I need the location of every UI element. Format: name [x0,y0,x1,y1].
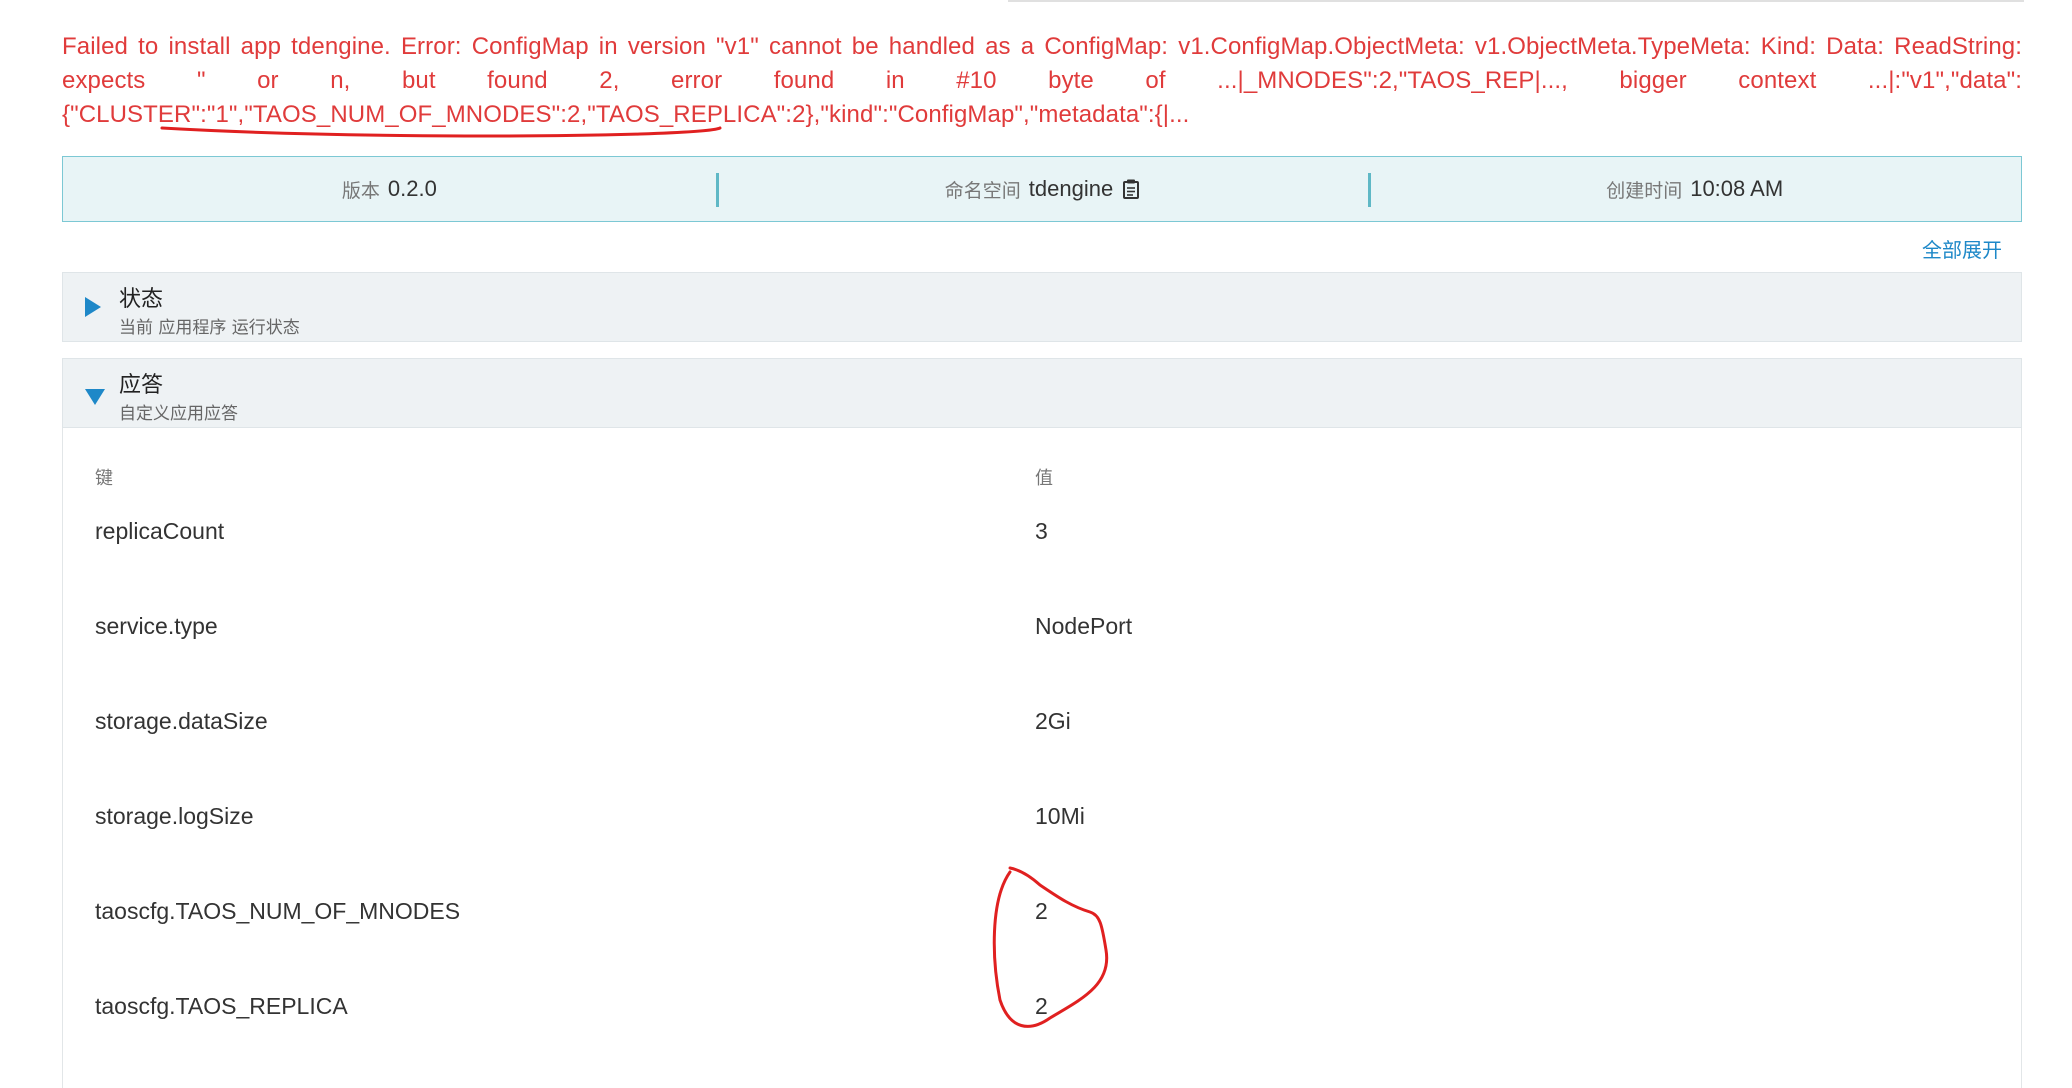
version-label: 版本 [341,179,380,202]
namespace-label: 命名空间 [944,179,1021,202]
namespace-value: tdengine [1028,176,1114,201]
clipboard-icon[interactable] [1123,179,1140,199]
table-row: taoscfg.TAOS_NUM_OF_MNODES 2 [63,898,2021,938]
top-divider [1008,0,2024,2]
status-section-header[interactable]: 状态 当前 应用程序 运行状态 [62,272,2022,342]
row-key: replicaCount [95,518,225,544]
meta-namespace: 命名空间 tdengine [715,157,1369,221]
created-value: 10:08 AM [1690,176,1784,201]
answers-section-title: 应答 [119,373,164,398]
table-row: taoscfg.TAOS_REPLICA 2 [63,993,2021,1033]
row-value: 2 [1035,898,1048,924]
row-key: service.type [95,613,218,639]
meta-created: 创建时间 10:08 AM [1368,157,2021,221]
answers-table: 键 值 replicaCount 3 service.type NodePort… [62,428,2022,1088]
error-message: Failed to install app tdengine. Error: C… [62,33,2022,128]
answers-section-subtitle: 自定义应用应答 [119,404,238,424]
table-row: service.type NodePort [63,613,2021,653]
value-column-header: 值 [1035,468,1053,489]
key-column-header: 键 [95,468,113,489]
table-row: storage.logSize 10Mi [63,803,2021,843]
version-value: 0.2.0 [387,176,437,201]
created-label: 创建时间 [1606,179,1683,202]
row-key: taoscfg.TAOS_NUM_OF_MNODES [95,898,461,924]
row-value: 10Mi [1035,803,1085,829]
app-meta-bar: 版本 0.2.0 命名空间 tdengine 创建时间 10:08 AM [62,156,2022,222]
status-section-subtitle: 当前 应用程序 运行状态 [119,318,300,338]
meta-version: 版本 0.2.0 [63,157,716,221]
row-key: taoscfg.TAOS_REPLICA [95,993,348,1019]
row-key: storage.dataSize [95,708,268,734]
expand-all-link[interactable]: 全部展开 [1922,234,2002,263]
caret-right-icon [85,297,101,317]
answers-section-header[interactable]: 应答 自定义应用应答 [62,358,2022,428]
row-value: 2 [1035,993,1048,1019]
status-section-title: 状态 [119,287,164,312]
row-value: 3 [1035,518,1048,544]
row-key: storage.logSize [95,803,254,829]
table-row: storage.dataSize 2Gi [63,708,2021,748]
table-row: replicaCount 3 [63,518,2021,558]
caret-down-icon [85,389,105,405]
row-value: 2Gi [1035,708,1071,734]
row-value: NodePort [1035,613,1133,639]
